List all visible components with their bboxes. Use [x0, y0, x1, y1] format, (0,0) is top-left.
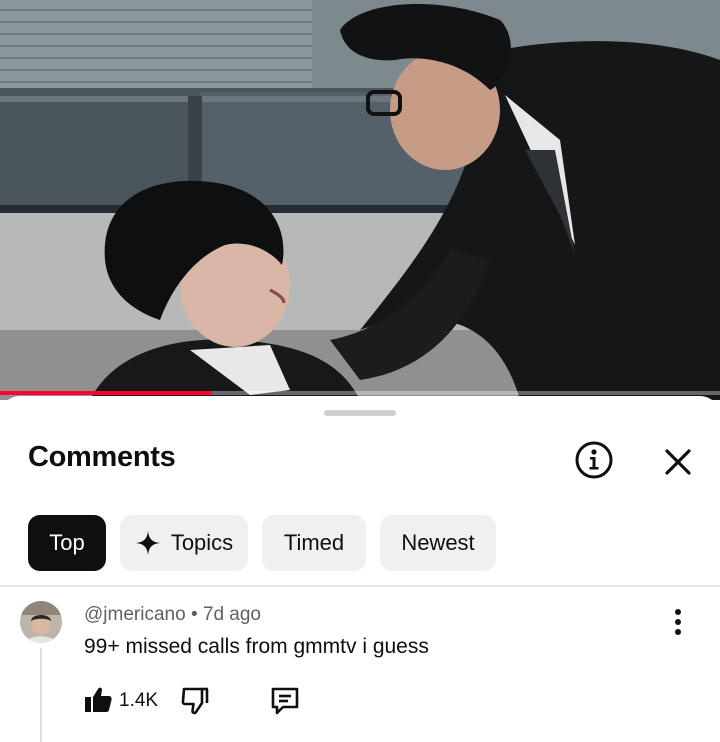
thumbs-down-icon — [181, 687, 209, 715]
comments-title: Comments — [28, 441, 176, 473]
more-vert-icon — [675, 609, 681, 635]
thread-line — [40, 648, 42, 742]
chip-top-label: Top — [49, 530, 85, 555]
info-icon — [575, 441, 613, 479]
chip-topics[interactable]: Topics — [120, 515, 248, 571]
progress-bar[interactable] — [0, 391, 720, 395]
divider — [0, 585, 720, 587]
more-button[interactable] — [664, 606, 692, 638]
chip-top[interactable]: Top — [28, 515, 106, 571]
comments-sheet: Comments Top Topics Timed Newest @jmeric… — [0, 396, 720, 742]
like-count: 1.4K — [119, 690, 159, 711]
dislike-button[interactable] — [181, 685, 209, 717]
comment-age: 7d ago — [202, 604, 261, 625]
close-icon — [665, 449, 691, 475]
video-player[interactable] — [0, 0, 720, 400]
reply-icon — [271, 687, 299, 715]
reply-button[interactable] — [270, 685, 300, 717]
comment-meta: @jmericano • 7d ago — [84, 604, 261, 626]
drag-handle[interactable] — [324, 410, 396, 416]
thumbs-up-icon — [85, 687, 112, 712]
progress-bar-fill — [0, 391, 213, 395]
like-button[interactable] — [84, 684, 112, 716]
avatar-image — [20, 601, 62, 643]
meta-separator: • — [190, 604, 198, 625]
comment-text: 99+ missed calls from gmmtv i guess — [84, 635, 429, 658]
sparkle-icon — [135, 531, 160, 555]
avatar[interactable] — [20, 601, 62, 643]
chip-timed[interactable]: Timed — [262, 515, 366, 571]
chip-topics-label: Topics — [170, 530, 234, 555]
video-frame — [0, 0, 720, 400]
chip-newest-label: Newest — [401, 530, 475, 555]
comment-author[interactable]: @jmericano — [84, 604, 186, 625]
info-button[interactable] — [574, 440, 614, 480]
chip-timed-label: Timed — [283, 530, 345, 555]
chip-newest[interactable]: Newest — [380, 515, 496, 571]
close-button[interactable] — [660, 444, 696, 480]
